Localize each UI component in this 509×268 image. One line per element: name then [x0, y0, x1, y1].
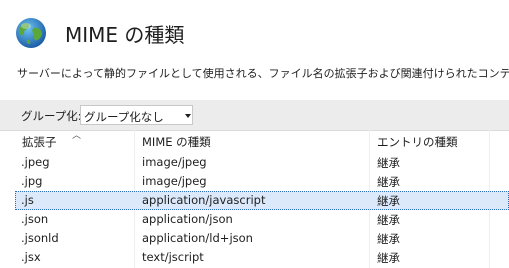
- group-by-dropdown[interactable]: グループ化なし: [80, 105, 193, 125]
- mime-type-cell: application/javascript: [142, 193, 266, 207]
- extension-cell: .jsonld: [21, 231, 59, 245]
- mime-type-cell: text/jscript: [142, 250, 204, 264]
- table-row[interactable]: .jsonld application/ld+json 継承: [15, 229, 509, 248]
- extension-cell: .jpg: [21, 174, 43, 188]
- entry-type-cell: 継承: [377, 156, 400, 170]
- mime-types-table: ︿ 拡張子 MIME の種類 エントリの種類 .jpeg image/jpeg …: [15, 130, 509, 268]
- column-header-entry-type[interactable]: エントリの種類: [370, 130, 490, 153]
- extension-cell: .jpeg: [21, 155, 50, 169]
- table-row[interactable]: .jsx text/jscript 継承: [15, 248, 509, 267]
- mime-type-cell: application/ld+json: [142, 231, 253, 245]
- column-header-mime-type[interactable]: MIME の種類: [135, 130, 370, 153]
- table-row-selected[interactable]: .js application/javascript 継承: [15, 191, 509, 210]
- extension-cell: .jsx: [21, 250, 41, 264]
- mime-type-cell: image/jpeg: [142, 174, 207, 188]
- entry-type-cell: 継承: [377, 232, 400, 246]
- mime-type-cell: application/json: [142, 212, 233, 226]
- extension-cell: .json: [21, 212, 49, 226]
- sort-up-icon: ︿: [72, 131, 82, 141]
- chevron-down-icon: [185, 114, 191, 118]
- group-by-label: グループ化:: [21, 109, 82, 123]
- mime-type-cell: image/jpeg: [142, 155, 207, 169]
- page-header: MIME の種類: [0, 0, 509, 60]
- table-body: .jpeg image/jpeg 継承 .jpg image/jpeg 継承 .…: [15, 153, 509, 267]
- column-header-extension[interactable]: ︿ 拡張子: [15, 130, 135, 153]
- table-row[interactable]: .jpg image/jpeg 継承: [15, 172, 509, 191]
- entry-type-cell: 継承: [377, 194, 400, 208]
- page-title: MIME の種類: [65, 23, 185, 47]
- globe-icon: [16, 18, 46, 48]
- page-description: サーバーによって静的ファイルとして使用される、ファイル名の拡張子および関連付けら…: [17, 67, 509, 80]
- group-toolbar: グループ化: グループ化なし: [0, 100, 509, 131]
- table-row[interactable]: .json application/json 継承: [15, 210, 509, 229]
- entry-type-cell: 継承: [377, 213, 400, 227]
- group-by-value: グループ化なし: [84, 110, 164, 124]
- entry-type-cell: 継承: [377, 251, 400, 265]
- table-row[interactable]: .jpeg image/jpeg 継承: [15, 153, 509, 172]
- extension-cell: .js: [21, 193, 34, 207]
- entry-type-cell: 継承: [377, 175, 400, 189]
